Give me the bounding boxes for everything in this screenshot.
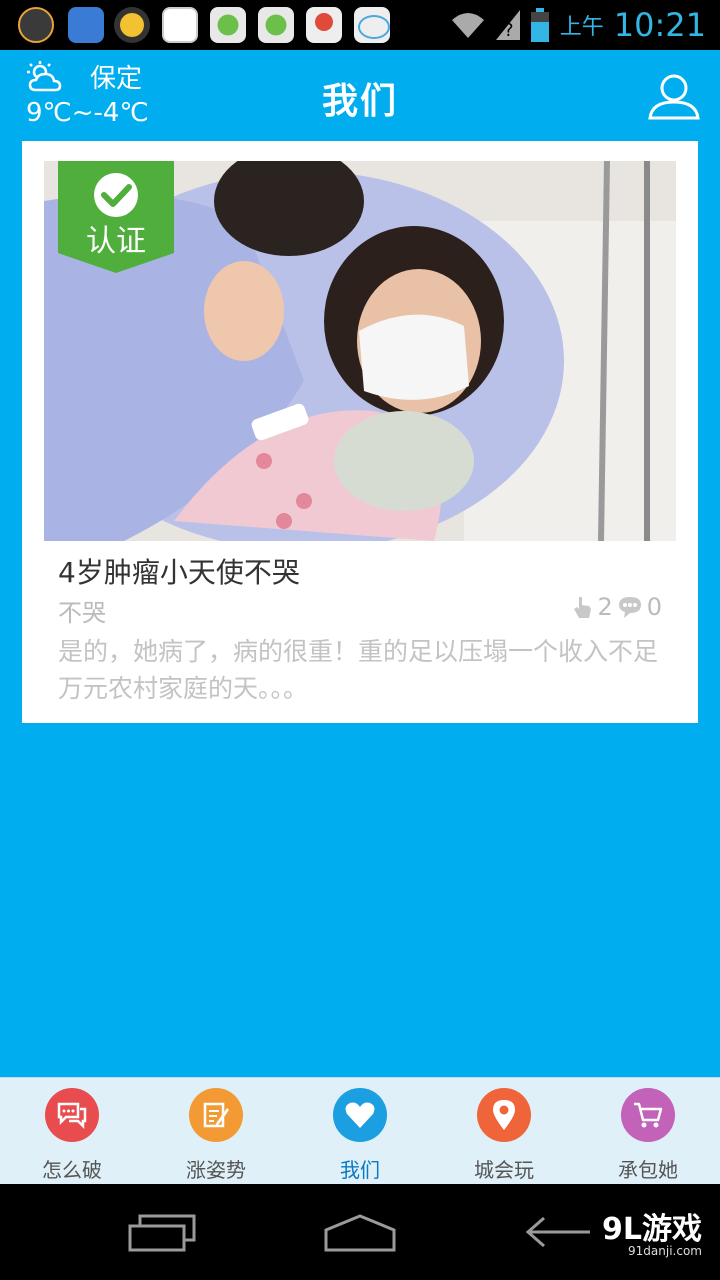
watermark-logo: 9L游戏 <box>602 1212 702 1247</box>
story-description: 是的，她病了，病的很重！重的足以压塌一个收入不足万元农村家庭的天。。。 <box>58 637 659 703</box>
tab-chenghuiwan[interactable]: 城会玩 <box>432 1078 576 1185</box>
comment-count: 0 <box>646 593 662 621</box>
am-pm-label: 上午 <box>559 15 604 40</box>
verified-badge: 认证 <box>58 161 174 273</box>
app-header: 保定 9℃~-4℃ 我们 <box>0 50 720 140</box>
tab-zhangzishi[interactable]: 涨姿势 <box>144 1078 288 1185</box>
tab-label: 怎么破 <box>42 1158 102 1182</box>
user-profile-icon[interactable] <box>648 72 700 120</box>
story-subtitle: 不哭 <box>58 599 106 627</box>
home-icon[interactable] <box>322 1212 398 1252</box>
ifly-icon <box>354 7 390 43</box>
tab-label: 我们 <box>340 1158 380 1182</box>
story-title: 4岁肿瘤小天使不哭 <box>58 556 300 589</box>
tab-chengbaota[interactable]: 承包她 <box>576 1078 720 1185</box>
no-signal-icon: ? <box>495 10 520 40</box>
story-stats: 2 0 <box>573 593 662 621</box>
edit-icon <box>189 1088 243 1142</box>
watermark-url: 91danji.com <box>628 1244 702 1258</box>
tab-label: 城会玩 <box>474 1158 534 1182</box>
tab-zenmepo[interactable]: 怎么破 <box>0 1078 144 1185</box>
chat-icon <box>45 1088 99 1142</box>
like-hand-icon[interactable] <box>573 595 593 619</box>
page-title: 我们 <box>321 81 398 122</box>
comment-icon[interactable] <box>617 595 643 619</box>
pen-app-icon <box>68 7 104 43</box>
system-nav-bar: 9L游戏 91danji.com <box>0 1184 720 1280</box>
tab-label: 涨姿势 <box>186 1158 246 1182</box>
baidu-map-icon <box>306 7 342 43</box>
battery-icon <box>530 8 549 42</box>
app-store-icon <box>210 7 246 43</box>
cart-icon <box>621 1088 675 1142</box>
tab-label: 承包她 <box>618 1158 678 1182</box>
plus-app-icon <box>114 7 150 43</box>
recent-apps-icon[interactable] <box>126 1214 198 1254</box>
story-card[interactable]: 认证 4岁肿瘤小天使不哭 不哭 2 0 是的，她病了，病的很重！重的足以压塌一个… <box>22 141 698 723</box>
clock: 10:21 <box>613 6 706 44</box>
status-bar: ? 上午 10:21 <box>0 0 720 50</box>
tab-women[interactable]: 我们 <box>288 1078 432 1185</box>
verified-badge-label: 认证 <box>86 224 146 259</box>
app-notification-icon <box>18 7 54 43</box>
heart-icon <box>333 1088 387 1142</box>
app-store-icon-2 <box>258 7 294 43</box>
wifi-icon <box>451 13 484 38</box>
gallery-icon <box>162 7 198 43</box>
svg-text:?: ? <box>504 20 514 40</box>
back-icon[interactable] <box>524 1214 594 1250</box>
story-photo: 认证 <box>44 161 676 541</box>
like-count: 2 <box>597 593 613 621</box>
location-icon <box>477 1088 531 1142</box>
bottom-tab-bar: 怎么破 涨姿势 我们 城会玩 承包她 <box>0 1077 720 1185</box>
